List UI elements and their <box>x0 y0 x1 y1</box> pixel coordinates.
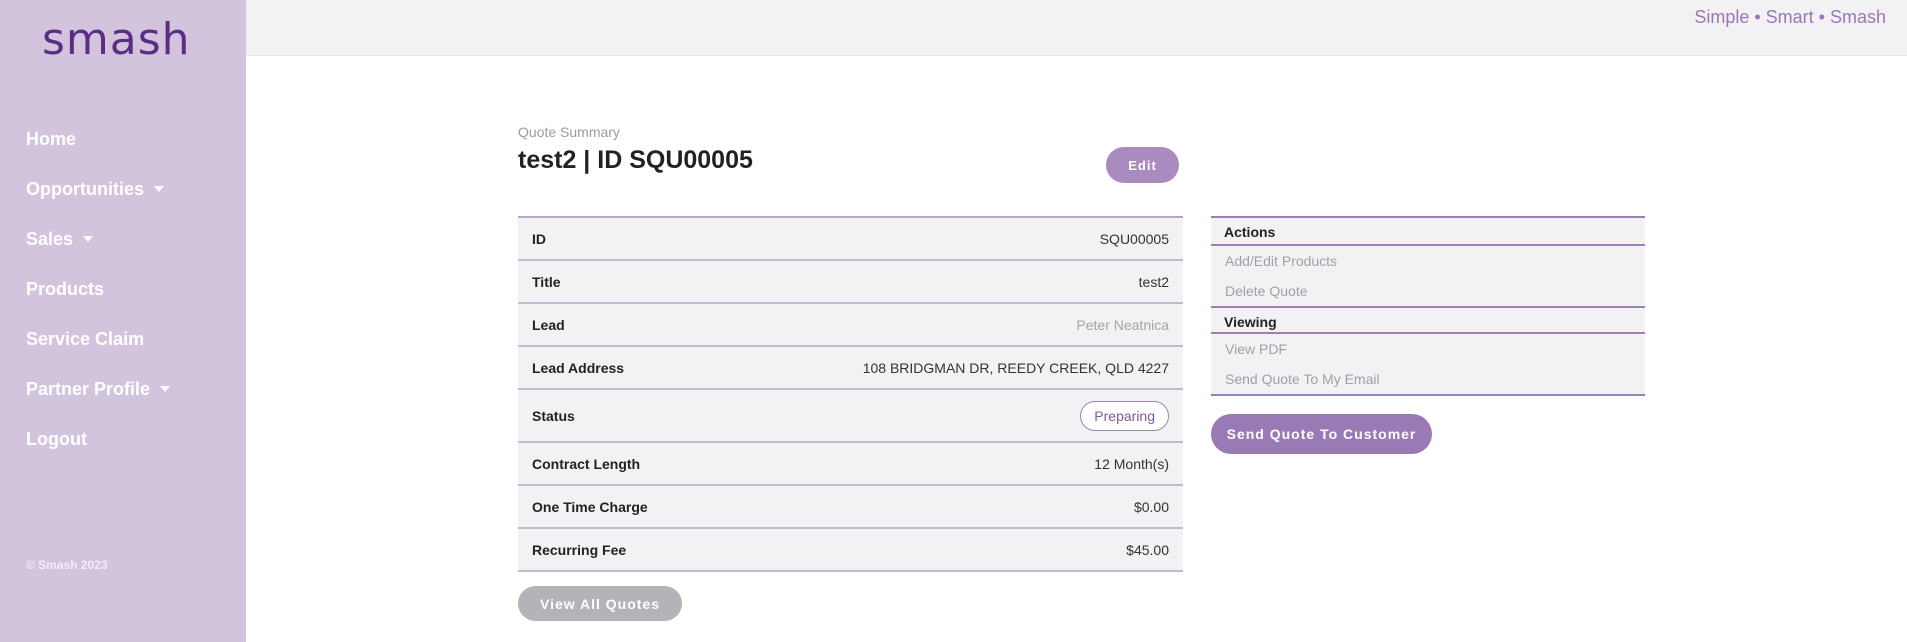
detail-value: test2 <box>1138 273 1169 290</box>
sidebar-item-partner-profile[interactable]: Partner Profile <box>0 364 246 414</box>
actions-heading: Actions <box>1211 218 1645 246</box>
view-pdf-link[interactable]: View PDF <box>1211 334 1645 364</box>
copyright: © Smash 2023 <box>26 558 108 572</box>
chevron-down-icon <box>83 236 94 242</box>
chevron-down-icon <box>154 186 164 192</box>
chevron-down-icon <box>160 386 171 392</box>
sidebar-item-label: Home <box>26 128 77 149</box>
detail-row-recurring-fee: Recurring Fee $45.00 <box>518 529 1183 572</box>
quote-summary-label: Quote Summary <box>518 124 620 140</box>
delete-quote-link[interactable]: Delete Quote <box>1211 276 1645 306</box>
detail-value: SQU00005 <box>1099 230 1169 247</box>
sidebar-item-label: Products <box>26 278 105 299</box>
detail-key: Recurring Fee <box>532 541 627 558</box>
sidebar-item-logout[interactable]: Logout <box>0 414 246 464</box>
detail-row-status: Status Preparing <box>518 390 1183 443</box>
detail-value: $45.00 <box>1126 541 1169 558</box>
actions-panel: Actions Add/Edit Products Delete Quote V… <box>1211 216 1645 396</box>
view-all-quotes-button[interactable]: View All Quotes <box>518 586 682 621</box>
detail-key: One Time Charge <box>532 498 648 515</box>
page-title: test2 | ID SQU00005 <box>518 146 753 174</box>
lead-link[interactable]: Peter Neatnica <box>1076 317 1169 333</box>
sidebar-item-service-claim[interactable]: Service Claim <box>0 314 246 364</box>
top-bar: Simple • Smart • Smash <box>246 0 1907 56</box>
send-quote-to-email-link[interactable]: Send Quote To My Email <box>1211 364 1645 394</box>
sidebar-nav: Home Opportunities Sales Products Servic… <box>0 114 246 464</box>
sidebar-item-label: Logout <box>26 428 87 449</box>
detail-row-id: ID SQU00005 <box>518 218 1183 261</box>
add-edit-products-link[interactable]: Add/Edit Products <box>1211 246 1645 276</box>
sidebar: smash Home Opportunities Sales Products … <box>0 0 246 642</box>
detail-key: Contract Length <box>532 455 641 472</box>
edit-button[interactable]: Edit <box>1106 147 1179 183</box>
detail-row-lead-address: Lead Address 108 BRIDGMAN DR, REEDY CREE… <box>518 347 1183 390</box>
detail-row-contract-length: Contract Length 12 Month(s) <box>518 443 1183 486</box>
detail-key: Lead <box>532 316 565 333</box>
sidebar-item-label: Partner Profile <box>26 378 151 399</box>
detail-row-lead: Lead Peter Neatnica <box>518 304 1183 347</box>
sidebar-item-label: Service Claim <box>26 328 145 349</box>
viewing-heading: Viewing <box>1211 306 1645 334</box>
sidebar-item-opportunities[interactable]: Opportunities <box>0 164 246 214</box>
detail-row-one-time-charge: One Time Charge $0.00 <box>518 486 1183 529</box>
logo[interactable]: smash <box>42 18 191 62</box>
detail-value: 12 Month(s) <box>1094 455 1169 472</box>
send-quote-to-customer-button[interactable]: Send Quote To Customer <box>1211 414 1432 454</box>
sidebar-item-products[interactable]: Products <box>0 264 246 314</box>
sidebar-item-home[interactable]: Home <box>0 114 246 164</box>
sidebar-item-sales[interactable]: Sales <box>0 214 246 264</box>
detail-key: Lead Address <box>532 359 625 376</box>
tagline: Simple • Smart • Smash <box>1694 7 1886 27</box>
detail-key: ID <box>532 230 546 247</box>
status-badge: Preparing <box>1080 400 1169 431</box>
detail-key: Title <box>532 273 561 290</box>
detail-value: $0.00 <box>1133 498 1169 515</box>
quote-details-table: ID SQU00005 Title test2 Lead Peter Neatn… <box>518 216 1183 572</box>
sidebar-item-label: Opportunities <box>26 178 144 199</box>
detail-key: Status <box>532 407 575 424</box>
detail-value: 108 BRIDGMAN DR, REEDY CREEK, QLD 4227 <box>862 359 1169 376</box>
sidebar-item-label: Sales <box>26 228 74 249</box>
detail-row-title: Title test2 <box>518 261 1183 304</box>
